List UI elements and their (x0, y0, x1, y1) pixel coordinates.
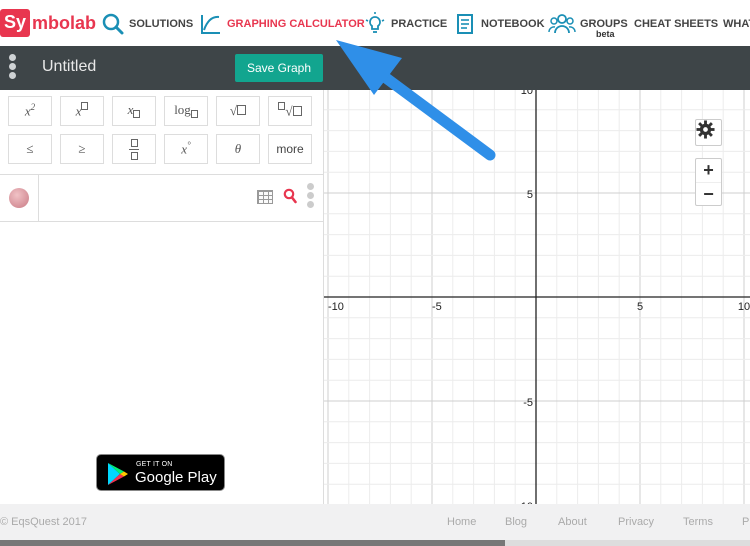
expression-color-swatch[interactable] (9, 188, 29, 208)
x-tick-label: 5 (637, 301, 643, 313)
nav-notebook[interactable]: NOTEBOOK (453, 11, 545, 37)
lightbulb-icon (365, 12, 385, 33)
table-icon[interactable] (257, 190, 273, 204)
nav-solutions-label: SOLUTIONS (129, 18, 194, 30)
key-x-squared[interactable]: x2 (8, 96, 52, 126)
x-tick-label: -5 (432, 301, 442, 313)
more-keys-button[interactable]: more (268, 134, 312, 164)
horizontal-scrollbar[interactable] (0, 540, 750, 546)
y-tick-label: 5 (527, 189, 533, 201)
nav-practice-label: PRACTICE (391, 18, 448, 30)
footer-link-privacy[interactable]: Privacy (618, 516, 654, 528)
google-play-badge[interactable]: GET IT ON Google Play (96, 454, 225, 491)
key-log[interactable]: log (164, 96, 208, 126)
key-less-equal[interactable]: ≤ (8, 134, 52, 164)
graph-icon (201, 15, 220, 34)
logo-text: mbolab (32, 12, 97, 33)
logo-mark: Sy (0, 9, 31, 37)
search-icon[interactable] (283, 188, 297, 204)
graph-header-bar: Untitled Save Graph (0, 46, 750, 90)
groups-icon (548, 14, 576, 34)
key-x-subscript[interactable]: x (112, 96, 156, 126)
nav-graphing-calculator-label: GRAPHING CALCULATOR (227, 18, 365, 30)
footer-link-about[interactable]: About (558, 516, 587, 528)
graph-grid: -10-5510105-5-10 (324, 90, 750, 504)
nav-cheat-sheets[interactable]: CHEAT SHEETS (634, 11, 718, 37)
save-graph-button[interactable]: Save Graph (235, 54, 323, 82)
footer-link-terms[interactable]: Terms (683, 516, 713, 528)
nav-practice[interactable]: PRACTICE (363, 11, 447, 37)
beta-badge: beta (596, 29, 615, 39)
nav-notebook-label: NOTEBOOK (481, 18, 545, 30)
zoom-out-button[interactable]: − (696, 183, 721, 206)
expression-menu-icon[interactable] (307, 183, 315, 210)
google-play-icon (108, 463, 128, 485)
graph-title[interactable]: Untitled (42, 58, 96, 76)
graph-canvas[interactable]: -10-5510105-5-10 + − (324, 90, 750, 504)
copyright-text: © EqsQuest 2017 (0, 516, 87, 528)
x-tick-label: -10 (328, 301, 344, 313)
nav-graphing-calculator[interactable]: GRAPHING CALCULATOR (199, 11, 365, 37)
nav-what[interactable]: WHAT (723, 11, 750, 37)
zoom-in-button[interactable]: + (696, 159, 721, 183)
google-play-big-text: Google Play (135, 469, 217, 486)
google-play-small-text: GET IT ON (136, 461, 173, 468)
top-navigation: Sy mbolab SOLUTIONS GRAPHING CALCULATOR … (0, 0, 750, 46)
key-nth-root[interactable]: √ (268, 96, 312, 126)
symbolab-logo[interactable]: Sy mbolab (0, 8, 96, 38)
nav-groups[interactable]: GROUPS (548, 11, 628, 37)
y-tick-label: 10 (521, 90, 533, 97)
scrollbar-thumb[interactable] (0, 540, 505, 546)
nav-cheat-sheets-label: CHEAT SHEETS (634, 18, 719, 30)
footer-link-home[interactable]: Home (447, 516, 476, 528)
notebook-icon (457, 14, 473, 34)
expression-row (0, 174, 323, 222)
key-theta[interactable]: θ (216, 134, 260, 164)
key-sqrt[interactable]: √ (216, 96, 260, 126)
key-fraction[interactable] (112, 134, 156, 164)
y-tick-label: -5 (523, 397, 533, 409)
gear-icon (696, 120, 715, 139)
nav-solutions[interactable]: SOLUTIONS (101, 11, 193, 37)
nav-what-label: WHAT (723, 18, 750, 30)
kebab-menu-icon[interactable] (8, 54, 18, 82)
x-tick-label: 10 (738, 301, 750, 313)
search-icon (102, 13, 124, 35)
math-keyboard: x2 x x log √ √ ≤ ≥ x° θ more (0, 90, 323, 174)
expression-input[interactable] (38, 175, 293, 221)
key-degree[interactable]: x° (164, 134, 208, 164)
footer-link-blog[interactable]: Blog (505, 516, 527, 528)
key-x-power[interactable]: x (60, 96, 104, 126)
graph-settings-button[interactable] (695, 119, 722, 146)
footer-link-partial[interactable]: P (742, 516, 749, 528)
expression-panel: x2 x x log √ √ ≤ ≥ x° θ more GET IT ON G… (0, 90, 324, 504)
zoom-controls: + − (695, 158, 722, 206)
key-greater-equal[interactable]: ≥ (60, 134, 104, 164)
